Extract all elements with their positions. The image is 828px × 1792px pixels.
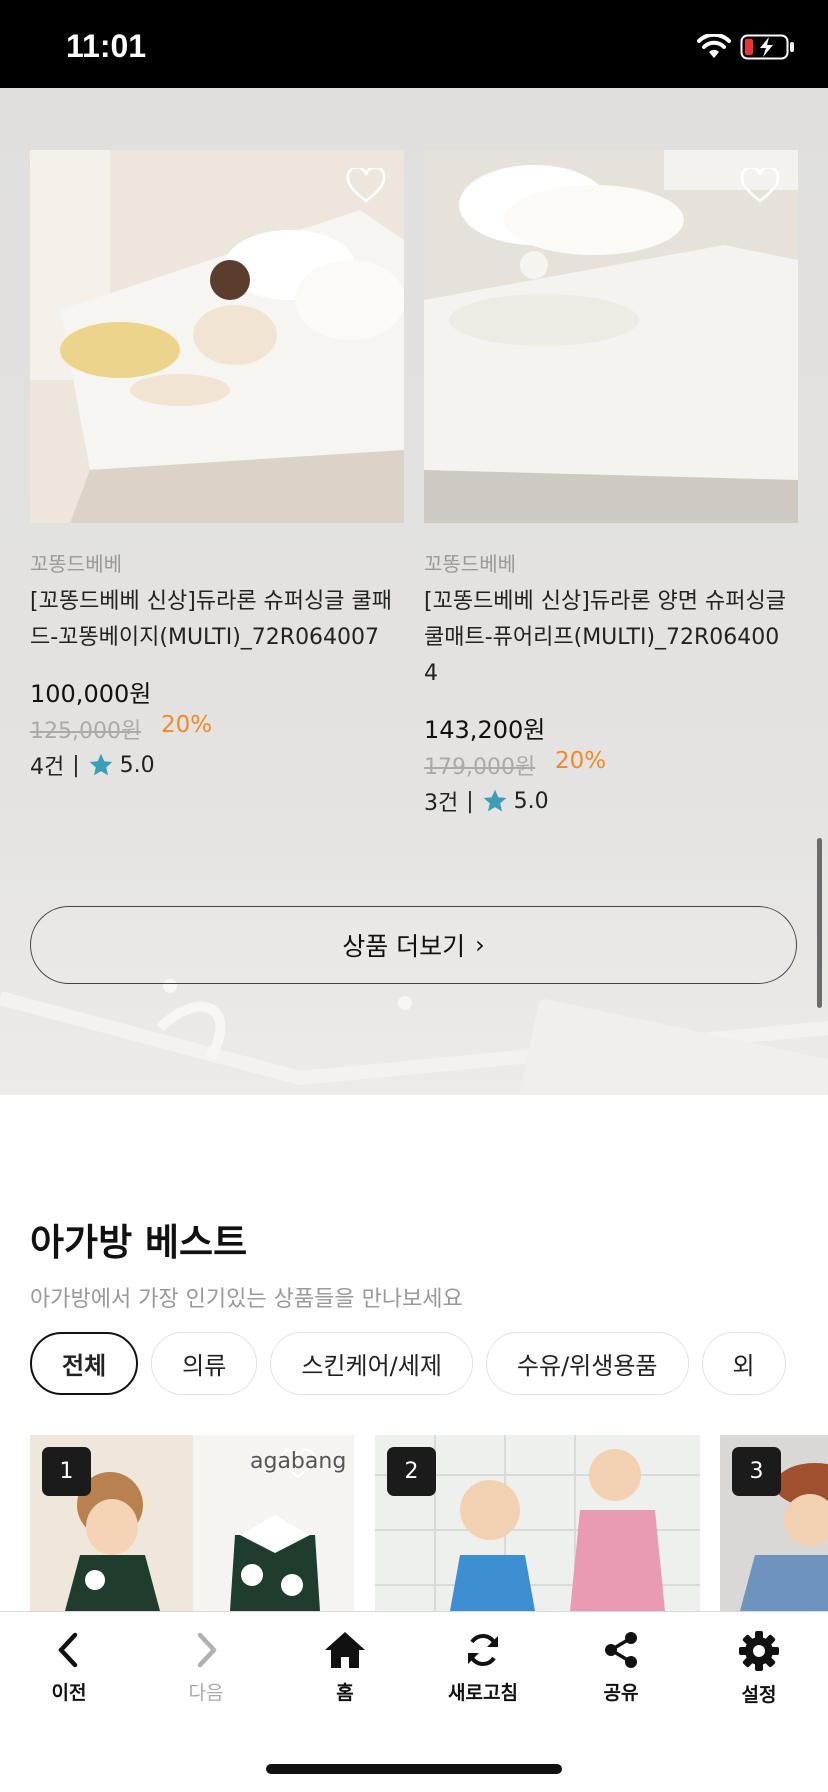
section-title: 아가방 베스트 [30, 1221, 248, 1264]
star-icon [483, 789, 507, 812]
category-chips: 전체 의류 스킨케어/세제 수유/위생용품 외 [30, 1332, 786, 1395]
nav-label: 이전 [51, 1682, 87, 1704]
star-icon [89, 753, 113, 776]
separator: | [466, 788, 474, 814]
status-time: 11:01 [66, 28, 147, 64]
product-name-line: [꼬똥드베베 신상]듀라론 양면 슈퍼싱글 [424, 589, 786, 614]
product-card[interactable] [30, 150, 404, 523]
chip-all[interactable]: 전체 [30, 1332, 139, 1395]
rank-badge: 3 [732, 1447, 781, 1496]
chip-feeding[interactable]: 수유/위생용품 [485, 1332, 689, 1395]
share-icon [605, 1632, 637, 1668]
rank-badge: 2 [387, 1447, 436, 1496]
heart-icon[interactable] [346, 168, 386, 204]
rank-badge: 1 [42, 1447, 91, 1496]
scrollbar[interactable] [817, 838, 822, 1008]
gear-icon [739, 1631, 779, 1671]
brand-logo: agabang [250, 1449, 347, 1474]
rating-value: 5.0 [119, 752, 155, 778]
product-name-line: 4 [424, 661, 438, 686]
product-name[interactable]: [꼬똥드베베 신상]듀라론 양면 슈퍼싱글 쿨매트-퓨어리프(MULTI)_72… [424, 584, 804, 692]
home-indicator [266, 1764, 562, 1774]
product-name-line: [꼬똥드베베 신상]듀라론 슈퍼싱글 쿨패 [30, 589, 392, 614]
product-card[interactable] [424, 150, 798, 523]
nav-forward[interactable]: 다음 [151, 1630, 261, 1705]
review-count: 4건 [30, 755, 65, 780]
home-icon [325, 1632, 365, 1668]
section-subtitle: 아가방에서 가장 인기있는 상품들을 만나보세요 [30, 1287, 463, 1312]
product-original-price: 125,000원 [30, 719, 142, 744]
wifi-icon [697, 34, 731, 58]
product-brand: 꼬똥드베베 [30, 552, 122, 576]
best-product-card[interactable]: 2 [375, 1435, 700, 1611]
product-brand: 꼬똥드베베 [424, 552, 516, 576]
nav-refresh[interactable]: 새로고침 [428, 1630, 538, 1705]
more-products-button[interactable]: 상품 더보기 › [30, 906, 797, 984]
product-rating: 4건 | 5.0 [30, 749, 155, 781]
best-product-card[interactable]: agabang 1 [30, 1435, 354, 1611]
chip-skincare[interactable]: 스킨케어/세제 [270, 1332, 473, 1395]
nav-label: 다음 [188, 1682, 224, 1704]
battery-icon [740, 34, 794, 60]
nav-label: 홈 [336, 1682, 354, 1704]
separator: | [72, 752, 80, 778]
nav-label: 설정 [741, 1684, 777, 1706]
product-image[interactable] [30, 150, 404, 523]
product-discount: 20% [161, 712, 213, 738]
more-products-label: 상품 더보기 [342, 932, 466, 961]
status-bar: 11:01 [0, 0, 828, 88]
product-name-line: 쿨매트-퓨어리프(MULTI)_72R06400 [424, 625, 780, 650]
nav-label: 공유 [603, 1682, 639, 1704]
product-name-line: 드-꼬똥베이지(MULTI)_72R064007 [30, 625, 380, 650]
best-product-card[interactable]: 3 [720, 1435, 828, 1611]
product-photo [30, 150, 404, 523]
heart-icon[interactable] [740, 168, 780, 204]
promo-section: 꼬똥드베베 [꼬똥드베베 신상]듀라론 슈퍼싱글 쿨패 드-꼬똥베이지(MULT… [0, 88, 828, 1095]
product-name[interactable]: [꼬똥드베베 신상]듀라론 슈퍼싱글 쿨패 드-꼬똥베이지(MULTI)_72R… [30, 584, 410, 656]
product-image[interactable] [424, 150, 798, 523]
nav-label: 새로고침 [448, 1682, 518, 1704]
ribbon-decoration [0, 979, 828, 1095]
product-price: 100,000원 [30, 680, 152, 708]
nav-settings[interactable]: 설정 [704, 1630, 814, 1707]
rating-value: 5.0 [513, 788, 549, 814]
nav-back[interactable]: 이전 [14, 1630, 124, 1705]
nav-home[interactable]: 홈 [290, 1630, 400, 1705]
product-rating: 3건 | 5.0 [424, 785, 549, 817]
chip-outing[interactable]: 외 [701, 1332, 786, 1395]
chevron-right-icon [197, 1632, 217, 1668]
nav-share[interactable]: 공유 [566, 1630, 676, 1705]
review-count: 3건 [424, 791, 459, 816]
refresh-icon [468, 1634, 498, 1666]
product-price: 143,200원 [424, 716, 546, 744]
chip-clothing[interactable]: 의류 [151, 1332, 258, 1395]
product-discount: 20% [555, 748, 607, 774]
chevron-right-icon: › [475, 931, 485, 959]
chevron-left-icon [58, 1632, 78, 1668]
product-photo [424, 150, 798, 523]
product-original-price: 179,000원 [424, 755, 536, 780]
